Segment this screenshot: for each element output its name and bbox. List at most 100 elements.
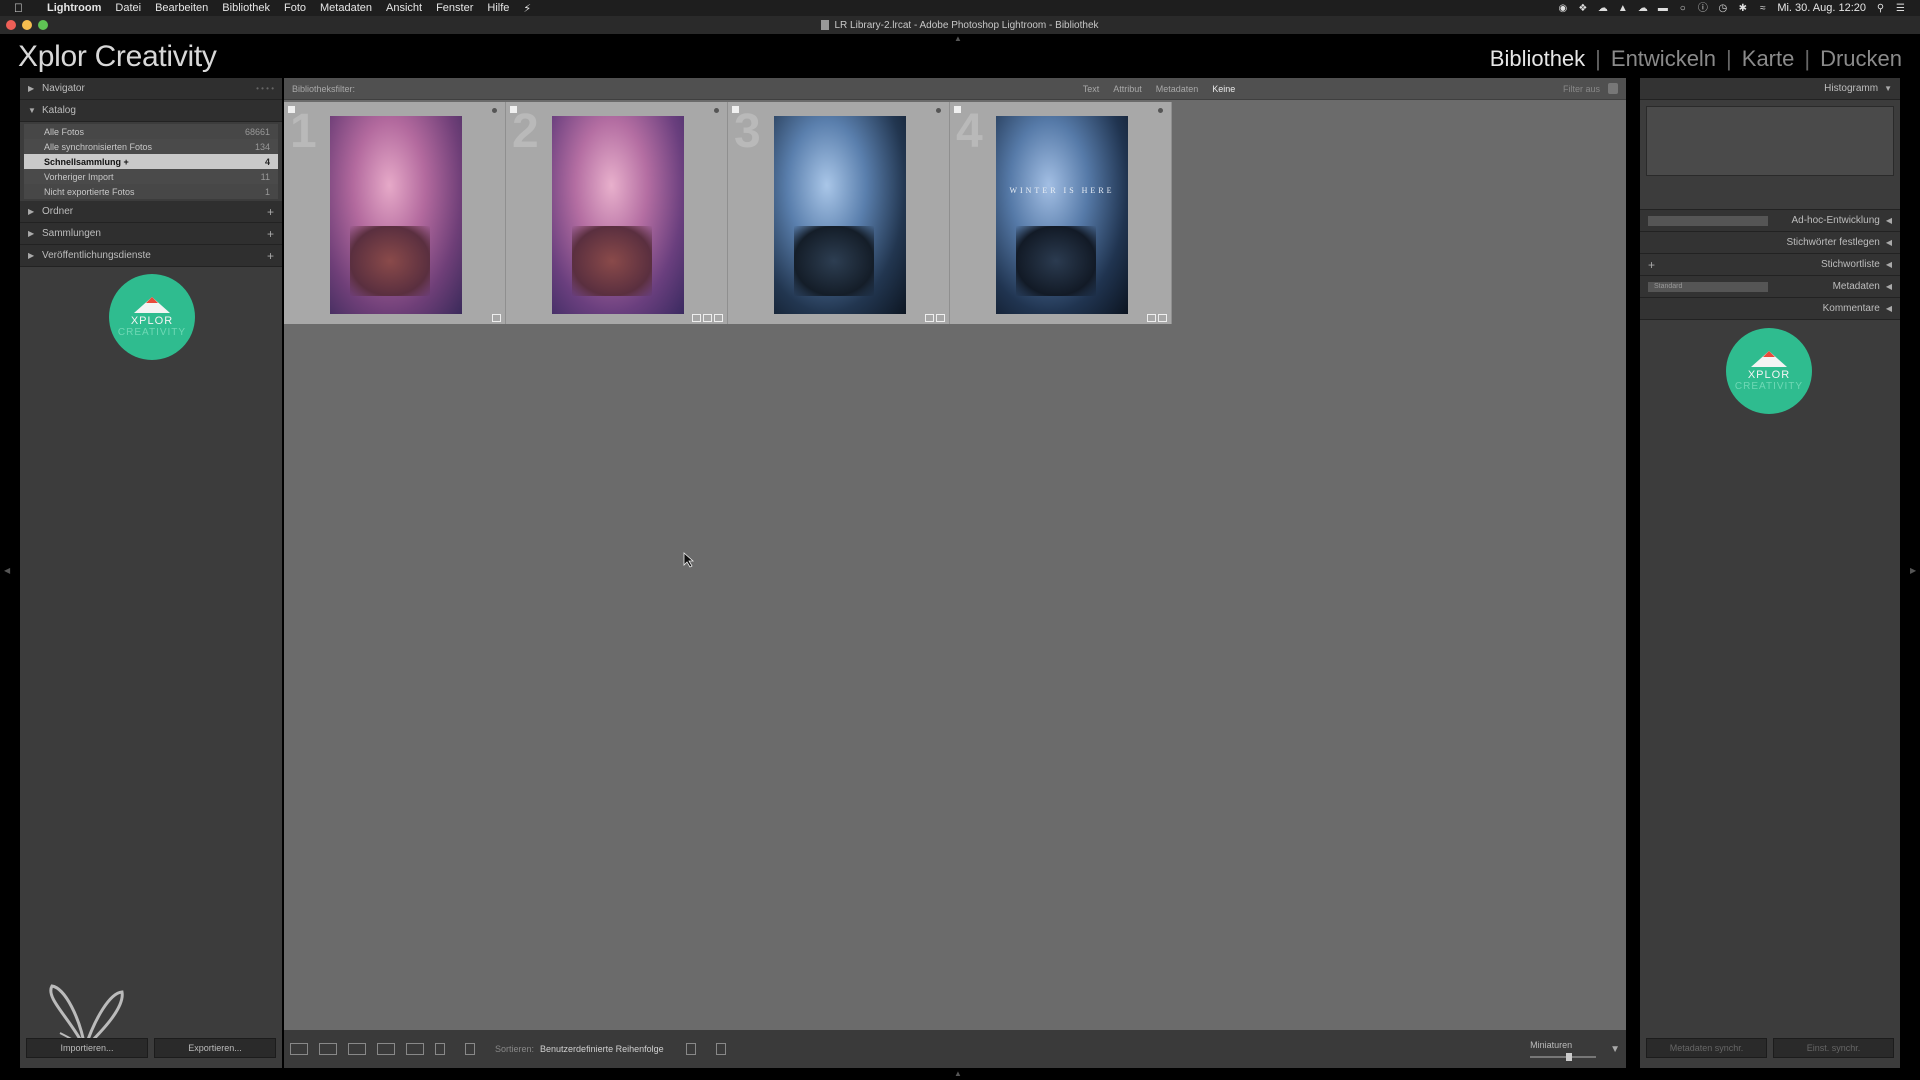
dropbox-icon[interactable]: ❖ <box>1577 3 1588 14</box>
menu-foto[interactable]: Foto <box>277 2 313 14</box>
menu-fenster[interactable]: Fenster <box>429 2 480 14</box>
filter-metadaten[interactable]: Metadaten <box>1156 84 1199 94</box>
apple-icon[interactable]:  <box>14 1 30 15</box>
ordner-header[interactable]: ▶ Ordner + <box>20 201 282 223</box>
collapse-triangle-icon: ▼ <box>1884 84 1892 93</box>
minimize-window-button[interactable] <box>22 20 32 30</box>
menubar-clock[interactable]: Mi. 30. Aug. 12:20 <box>1777 2 1866 14</box>
zoom-dots-icon: • • • • <box>256 84 274 93</box>
rotate-right-icon[interactable] <box>715 1043 726 1055</box>
survey-view-icon[interactable] <box>377 1043 395 1055</box>
lock-icon[interactable] <box>1607 83 1618 94</box>
sync-settings-button[interactable]: Einst. synchr. <box>1773 1038 1894 1058</box>
module-entwickeln[interactable]: Entwickeln <box>1611 46 1716 72</box>
grid-cell[interactable]: 1 <box>284 102 506 324</box>
record-icon[interactable]: ◉ <box>1557 3 1568 14</box>
histogram-header[interactable]: Histogramm ▼ <box>1640 78 1900 100</box>
bluetooth-icon[interactable]: ✱ <box>1737 3 1748 14</box>
left-panel-toggle-icon[interactable]: ◀ <box>4 566 10 575</box>
spotlight-search-icon[interactable]: ⚲ <box>1875 3 1886 14</box>
module-karte[interactable]: Karte <box>1742 46 1795 72</box>
stichwortliste-header[interactable]: + Stichwortliste ◀ <box>1640 254 1900 276</box>
catalog-item-schnellsammlung[interactable]: Schnellsammlung + 4 <box>24 154 278 169</box>
grid-view-icon[interactable] <box>290 1043 308 1055</box>
time-machine-icon[interactable]: ◷ <box>1717 3 1728 14</box>
info-icon[interactable]: ⓘ <box>1697 3 1708 14</box>
grid-cell[interactable]: 2 <box>506 102 728 324</box>
menu-bibliothek[interactable]: Bibliothek <box>215 2 277 14</box>
add-collection-icon[interactable]: + <box>267 227 274 241</box>
flag-icon[interactable] <box>954 106 961 113</box>
flag-icon[interactable] <box>288 106 295 113</box>
grid-cell[interactable]: 4 WINTER IS HERE <box>950 102 1172 324</box>
zoom-window-button[interactable] <box>38 20 48 30</box>
badge-icon <box>492 314 501 322</box>
photo-thumbnail[interactable]: WINTER IS HERE <box>996 116 1128 314</box>
catalog-item-vorheriger-import[interactable]: Vorheriger Import 11 <box>24 169 278 184</box>
flag-icon[interactable] <box>510 106 517 113</box>
grid-cell[interactable]: 3 <box>728 102 950 324</box>
navigator-header[interactable]: ▶ Navigator • • • • <box>20 78 282 100</box>
catalog-item-synchronisiert[interactable]: Alle synchronisierten Fotos 134 <box>24 139 278 154</box>
menu-bearbeiten[interactable]: Bearbeiten <box>148 2 215 14</box>
close-window-button[interactable] <box>6 20 16 30</box>
thumbnail-size-slider[interactable] <box>1530 1053 1597 1061</box>
right-panel-toggle-icon[interactable]: ▶ <box>1910 566 1916 575</box>
slider-knob[interactable] <box>1566 1053 1573 1061</box>
cloud-icon[interactable]: ☁ <box>1597 3 1608 14</box>
filter-preset[interactable]: Filter aus <box>1563 83 1618 94</box>
rotate-left-icon[interactable] <box>685 1043 696 1055</box>
import-button[interactable]: Importieren... <box>26 1038 148 1058</box>
catalog-item-alle-fotos[interactable]: Alle Fotos 68661 <box>24 124 278 139</box>
menu-metadaten[interactable]: Metadaten <box>313 2 379 14</box>
people-view-icon[interactable] <box>406 1043 424 1055</box>
top-panel-toggle-icon[interactable]: ▲ <box>954 34 962 43</box>
creative-cloud-icon[interactable]: ☁ <box>1637 3 1648 14</box>
stichwoerter-header[interactable]: Stichwörter festlegen ◀ <box>1640 232 1900 254</box>
compare-view-icon[interactable] <box>348 1043 366 1055</box>
sammlungen-header[interactable]: ▶ Sammlungen + <box>20 223 282 245</box>
navigator-zoom-options[interactable]: • • • • <box>256 84 274 93</box>
battery-icon[interactable]: ▬ <box>1657 3 1668 14</box>
painter-icon[interactable] <box>435 1043 445 1055</box>
flag-icon[interactable] <box>732 106 739 113</box>
menu-datei[interactable]: Datei <box>108 2 148 14</box>
badge-icon <box>714 314 723 322</box>
veroeffentlichung-header[interactable]: ▶ Veröffentlichungsdienste + <box>20 245 282 267</box>
export-button[interactable]: Exportieren... <box>154 1038 276 1058</box>
notification-center-icon[interactable]: ☰ <box>1895 3 1906 14</box>
metadaten-title: Metadaten <box>1832 281 1880 292</box>
menu-ansicht[interactable]: Ansicht <box>379 2 429 14</box>
metadaten-header[interactable]: Standard Metadaten ◀ <box>1640 276 1900 298</box>
adhoc-header[interactable]: Ad-hoc-Entwicklung ◀ <box>1640 210 1900 232</box>
metadata-preset-dropdown[interactable]: Standard <box>1648 281 1768 292</box>
catalog-item-nicht-exportiert[interactable]: Nicht exportierte Fotos 1 <box>24 184 278 199</box>
kommentare-header[interactable]: Kommentare ◀ <box>1640 298 1900 320</box>
sort-direction-icon[interactable] <box>465 1043 475 1055</box>
menu-app-lightroom[interactable]: Lightroom <box>40 2 108 14</box>
add-folder-icon[interactable]: + <box>267 205 274 219</box>
katalog-header[interactable]: ▼ Katalog <box>20 100 282 122</box>
loupe-view-icon[interactable] <box>319 1043 337 1055</box>
upload-icon[interactable]: ▲ <box>1617 3 1628 14</box>
photo-thumbnail[interactable] <box>774 116 906 314</box>
bolt-icon[interactable]: ⚡ <box>516 2 538 15</box>
circle-icon[interactable]: ○ <box>1677 3 1688 14</box>
sort-select[interactable]: Benutzerdefinierte Reihenfolge <box>540 1044 664 1054</box>
toolbar-menu-chevron-icon[interactable]: ▼ <box>1610 1044 1620 1055</box>
menu-hilfe[interactable]: Hilfe <box>480 2 516 14</box>
photo-thumbnail[interactable] <box>552 116 684 314</box>
add-publish-service-icon[interactable]: + <box>267 249 274 263</box>
filter-text[interactable]: Text <box>1083 84 1100 94</box>
sync-metadata-button[interactable]: Metadaten synchr. <box>1646 1038 1767 1058</box>
wifi-icon[interactable]: ≈ <box>1757 3 1768 14</box>
filter-keine[interactable]: Keine <box>1212 84 1235 94</box>
filter-attribut[interactable]: Attribut <box>1113 84 1142 94</box>
filmstrip-toggle-icon[interactable]: ▲ <box>954 1069 962 1078</box>
module-separator: | <box>1595 46 1601 71</box>
adhoc-preset-dropdown[interactable] <box>1648 215 1768 226</box>
add-keyword-icon[interactable]: + <box>1648 258 1655 272</box>
photo-thumbnail[interactable] <box>330 116 462 314</box>
module-drucken[interactable]: Drucken <box>1820 46 1902 72</box>
module-bibliothek[interactable]: Bibliothek <box>1490 46 1585 72</box>
